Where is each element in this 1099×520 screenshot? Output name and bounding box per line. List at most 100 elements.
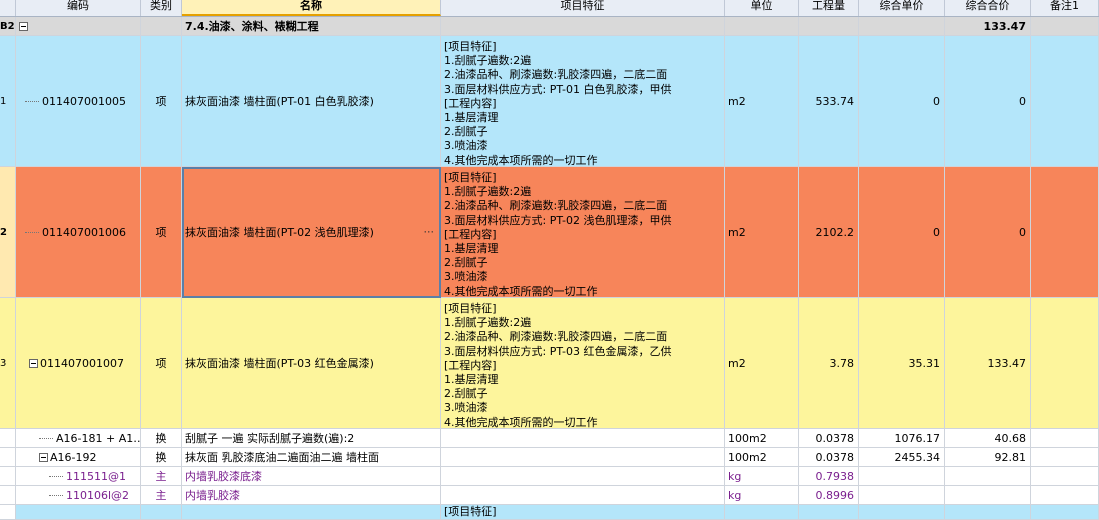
item-name[interactable]: 抹灰面油漆 墙柱面(PT-03 红色金属漆)	[182, 298, 441, 429]
item-code-cell[interactable]: 011407001007	[16, 298, 141, 429]
quota-features[interactable]	[441, 429, 725, 448]
ellipsis-icon[interactable]: ···	[424, 226, 435, 239]
table-row-partial[interactable]: [项目特征]	[0, 505, 1099, 520]
collapse-icon[interactable]	[39, 452, 48, 462]
item-unit[interactable]: m2	[725, 298, 799, 429]
material-unit-price[interactable]	[859, 486, 945, 505]
table-row[interactable]: 1 011407001005 项 抹灰面油漆 墙柱面(PT-01 白色乳胶漆) …	[0, 36, 1099, 167]
quota-code-cell[interactable]: A16-181 + A1…	[16, 429, 141, 448]
quota-remark[interactable]	[1031, 429, 1099, 448]
material-quantity[interactable]: 0.7938	[799, 467, 859, 486]
item-type-cell[interactable]	[141, 505, 182, 520]
header-unit[interactable]: 单位	[725, 0, 799, 16]
item-quantity[interactable]: 533.74	[799, 36, 859, 167]
table-row[interactable]: 3 011407001007 项 抹灰面油漆 墙柱面(PT-03 红色金属漆) …	[0, 298, 1099, 429]
item-remark[interactable]	[1031, 298, 1099, 429]
quota-name[interactable]: 抹灰面 乳胶漆底油二遍面油二遍 墙柱面	[182, 448, 441, 467]
material-code-cell[interactable]: 110106l@2	[16, 486, 141, 505]
item-total-price[interactable]: 0	[945, 167, 1031, 298]
quota-code: A16-192	[50, 450, 97, 464]
item-name[interactable]: 抹灰面油漆 墙柱面(PT-01 白色乳胶漆)	[182, 36, 441, 167]
header-unit-price[interactable]: 综合单价	[859, 0, 945, 16]
item-features[interactable]: [项目特征] 1.刮腻子遍数:2遍 2.油漆品种、刷漆遍数:乳胶漆四遍，二底二面…	[441, 298, 725, 429]
item-features[interactable]: [项目特征] 1.刮腻子遍数:2遍 2.油漆品种、刷漆遍数:乳胶漆四遍，二底二面…	[441, 167, 725, 298]
quota-remark[interactable]	[1031, 448, 1099, 467]
material-remark[interactable]	[1031, 467, 1099, 486]
header-quantity[interactable]: 工程量	[799, 0, 859, 16]
quota-type[interactable]: 换	[141, 448, 182, 467]
quota-total-price[interactable]: 92.81	[945, 448, 1031, 467]
item-type[interactable]: 项	[141, 298, 182, 429]
item-code-cell[interactable]	[16, 505, 141, 520]
tree-line	[49, 475, 63, 477]
item-quantity[interactable]: 3.78	[799, 298, 859, 429]
material-unit-price[interactable]	[859, 467, 945, 486]
material-remark[interactable]	[1031, 486, 1099, 505]
material-features[interactable]	[441, 467, 725, 486]
material-unit[interactable]: kg	[725, 467, 799, 486]
material-total-price[interactable]	[945, 467, 1031, 486]
header-features[interactable]: 项目特征	[441, 0, 725, 16]
item-unit-price[interactable]: 0	[859, 167, 945, 298]
quota-name[interactable]: 刮腻子 一遍 实际刮腻子遍数(遍):2	[182, 429, 441, 448]
item-type[interactable]: 项	[141, 36, 182, 167]
quota-row[interactable]: A16-181 + A1… 换 刮腻子 一遍 实际刮腻子遍数(遍):2 100m…	[0, 429, 1099, 448]
item-total-price[interactable]: 0	[945, 36, 1031, 167]
header-rownum	[0, 0, 16, 16]
table-row-selected[interactable]: 2 011407001006 项 抹灰面油漆 墙柱面(PT-02 浅色肌理漆) …	[0, 167, 1099, 298]
quota-features[interactable]	[441, 448, 725, 467]
item-unit-cell[interactable]	[725, 505, 799, 520]
section-row[interactable]: B2 7.4.油漆、涂料、裱糊工程 133.47	[0, 17, 1099, 36]
quota-row[interactable]: A16-192 换 抹灰面 乳胶漆底油二遍面油二遍 墙柱面 100m2 0.03…	[0, 448, 1099, 467]
material-type[interactable]: 主	[141, 467, 182, 486]
item-features[interactable]: [项目特征]	[441, 505, 725, 520]
item-remark[interactable]	[1031, 36, 1099, 167]
item-total-price[interactable]: 133.47	[945, 298, 1031, 429]
item-name-editing[interactable]: 抹灰面油漆 墙柱面(PT-02 浅色肌理漆) ···	[182, 167, 441, 298]
quota-quantity[interactable]: 0.0378	[799, 429, 859, 448]
bill-grid: 编码 类别 名称 项目特征 单位 工程量 综合单价 综合合价 备注1 B2 7.…	[0, 0, 1099, 520]
item-unit-price[interactable]: 0	[859, 36, 945, 167]
collapse-icon[interactable]	[19, 21, 28, 31]
material-unit[interactable]: kg	[725, 486, 799, 505]
row-number: 1	[0, 36, 16, 167]
quota-type[interactable]: 换	[141, 429, 182, 448]
material-code-cell[interactable]: 111511@1	[16, 467, 141, 486]
item-total-cell[interactable]	[945, 505, 1031, 520]
material-name[interactable]: 内墙乳胶漆	[182, 486, 441, 505]
item-price-cell[interactable]	[859, 505, 945, 520]
quota-unit-price[interactable]: 1076.17	[859, 429, 945, 448]
header-total-price[interactable]: 综合合价	[945, 0, 1031, 16]
header-code[interactable]: 编码	[16, 0, 141, 16]
quota-unit[interactable]: 100m2	[725, 448, 799, 467]
quota-code-cell[interactable]: A16-192	[16, 448, 141, 467]
header-type[interactable]: 类别	[141, 0, 182, 16]
item-unit[interactable]: m2	[725, 167, 799, 298]
header-name[interactable]: 名称	[182, 0, 441, 16]
material-type[interactable]: 主	[141, 486, 182, 505]
material-total-price[interactable]	[945, 486, 1031, 505]
item-unit-price[interactable]: 35.31	[859, 298, 945, 429]
material-row[interactable]: 110106l@2 主 内墙乳胶漆 kg 0.8996	[0, 486, 1099, 505]
material-name[interactable]: 内墙乳胶漆底漆	[182, 467, 441, 486]
material-features[interactable]	[441, 486, 725, 505]
material-row[interactable]: 111511@1 主 内墙乳胶漆底漆 kg 0.7938	[0, 467, 1099, 486]
header-remark[interactable]: 备注1	[1031, 0, 1099, 16]
quota-total-price[interactable]: 40.68	[945, 429, 1031, 448]
item-code-cell[interactable]: 011407001005	[16, 36, 141, 167]
row-number-cell	[0, 486, 16, 505]
quota-unit-price[interactable]: 2455.34	[859, 448, 945, 467]
item-code-cell[interactable]: 011407001006	[16, 167, 141, 298]
item-type[interactable]: 项	[141, 167, 182, 298]
collapse-icon[interactable]	[29, 358, 38, 368]
item-quantity[interactable]: 2102.2	[799, 167, 859, 298]
quota-unit[interactable]: 100m2	[725, 429, 799, 448]
item-features[interactable]: [项目特征] 1.刮腻子遍数:2遍 2.油漆品种、刷漆遍数:乳胶漆四遍，二底二面…	[441, 36, 725, 167]
quota-quantity[interactable]: 0.0378	[799, 448, 859, 467]
item-unit[interactable]: m2	[725, 36, 799, 167]
item-qty-cell[interactable]	[799, 505, 859, 520]
material-quantity[interactable]: 0.8996	[799, 486, 859, 505]
item-remark[interactable]	[1031, 167, 1099, 298]
item-remark-cell[interactable]	[1031, 505, 1099, 520]
item-name-cell[interactable]	[182, 505, 441, 520]
